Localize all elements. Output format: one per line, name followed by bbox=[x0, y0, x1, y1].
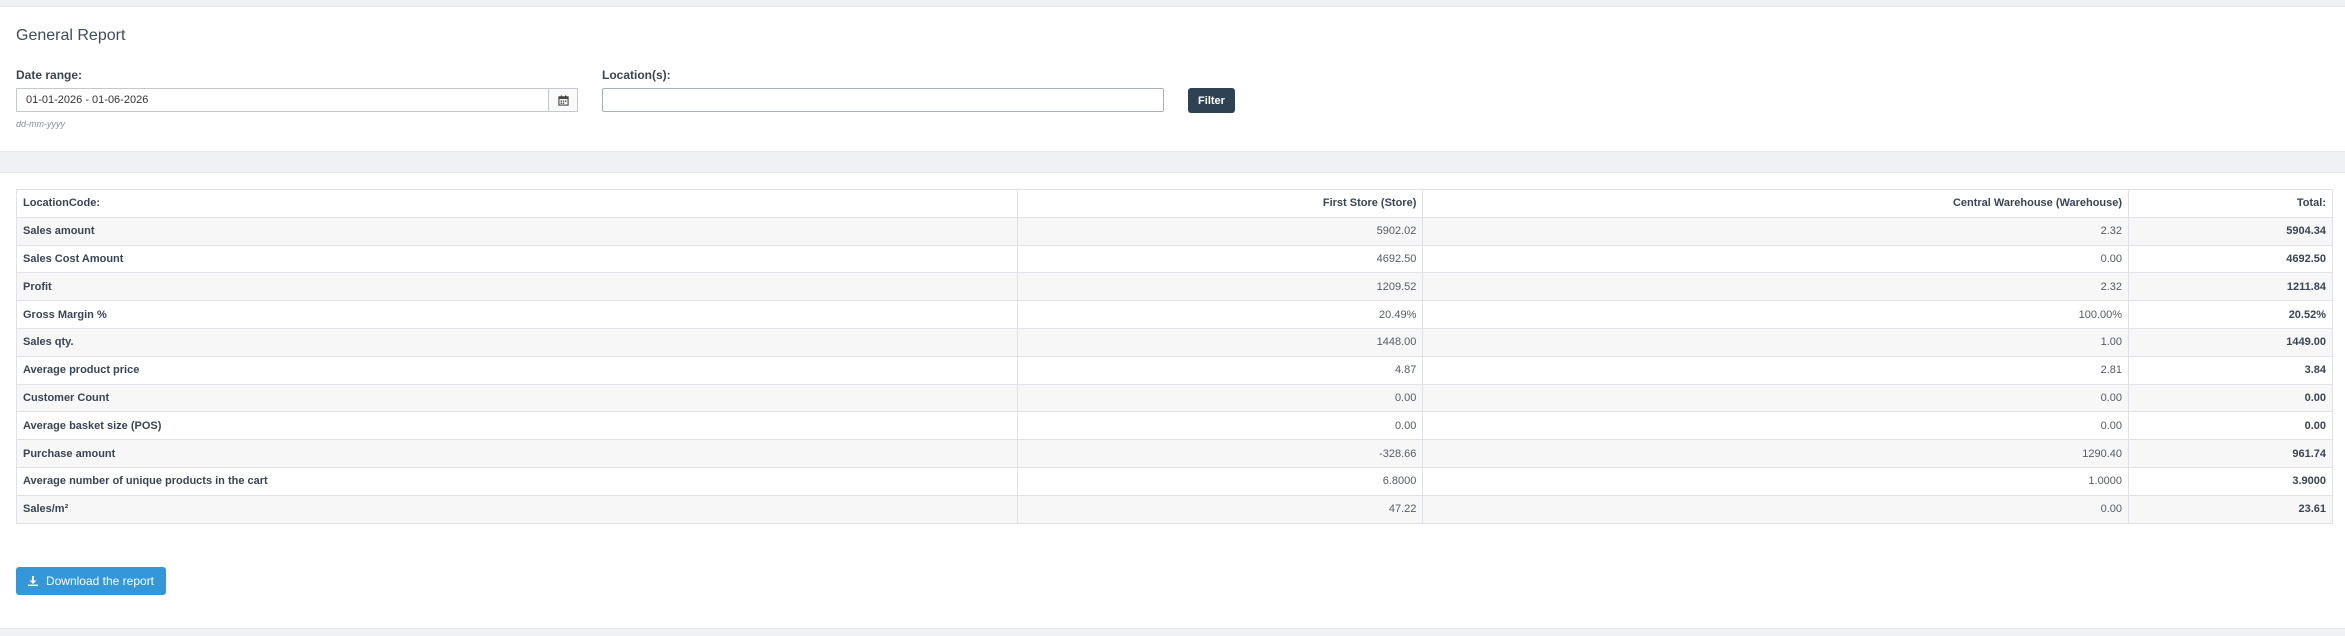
table-row: Gross Margin % 20.49% 100.00% 20.52% bbox=[16, 300, 2333, 329]
store-value: -328.66 bbox=[1016, 439, 1424, 468]
date-range-group bbox=[16, 88, 578, 112]
total-value: 1211.84 bbox=[2128, 272, 2333, 302]
column-header-total: Total: bbox=[2128, 189, 2333, 218]
warehouse-value: 2.32 bbox=[1422, 216, 2130, 246]
row-label: Sales/m² bbox=[16, 494, 1018, 524]
warehouse-value: 0.00 bbox=[1422, 494, 2130, 524]
column-header-central-warehouse: Central Warehouse (Warehouse) bbox=[1422, 189, 2130, 218]
date-format-hint: dd-mm-yyyy bbox=[16, 119, 65, 129]
row-label: Sales amount bbox=[16, 216, 1018, 246]
warehouse-value: 0.00 bbox=[1422, 383, 2130, 413]
warehouse-value: 0.00 bbox=[1422, 244, 2130, 274]
download-icon bbox=[27, 576, 38, 586]
total-value: 23.61 bbox=[2128, 494, 2333, 524]
store-value: 4692.50 bbox=[1016, 244, 1424, 274]
table-row: Average number of unique products in the… bbox=[16, 466, 2333, 496]
table-row: Sales Cost Amount 4692.50 0.00 4692.50 bbox=[16, 244, 2333, 274]
total-value: 4692.50 bbox=[2128, 244, 2333, 274]
calendar-button[interactable] bbox=[548, 88, 578, 112]
filter-button[interactable]: Filter bbox=[1188, 88, 1235, 113]
row-label: Average product price bbox=[16, 355, 1018, 385]
total-value: 961.74 bbox=[2128, 439, 2333, 468]
warehouse-value: 0.00 bbox=[1422, 411, 2130, 441]
table-row: Average product price 4.87 2.81 3.84 bbox=[16, 355, 2333, 385]
table-header-row: LocationCode: First Store (Store) Centra… bbox=[16, 189, 2333, 218]
total-value: 0.00 bbox=[2128, 383, 2333, 413]
total-value: 1449.00 bbox=[2128, 327, 2333, 357]
location-input[interactable] bbox=[602, 88, 1164, 112]
row-label: Sales Cost Amount bbox=[16, 244, 1018, 274]
download-report-button[interactable]: Download the report bbox=[16, 567, 166, 595]
table-row: Customer Count 0.00 0.00 0.00 bbox=[16, 383, 2333, 413]
calendar-icon bbox=[557, 94, 569, 106]
table-row: Profit 1209.52 2.32 1211.84 bbox=[16, 272, 2333, 302]
store-value: 47.22 bbox=[1016, 494, 1424, 524]
store-value: 1448.00 bbox=[1016, 327, 1424, 357]
report-panel: LocationCode: First Store (Store) Centra… bbox=[0, 172, 2345, 629]
store-value: 20.49% bbox=[1016, 300, 1424, 329]
row-label: Profit bbox=[16, 272, 1018, 302]
date-range-label: Date range: bbox=[16, 68, 83, 82]
row-label: Sales qty. bbox=[16, 327, 1018, 357]
total-value: 0.00 bbox=[2128, 411, 2333, 441]
warehouse-value: 2.32 bbox=[1422, 272, 2130, 302]
warehouse-value: 100.00% bbox=[1422, 300, 2130, 329]
store-value: 0.00 bbox=[1016, 411, 1424, 441]
column-header-location-code: LocationCode: bbox=[16, 189, 1018, 218]
store-value: 4.87 bbox=[1016, 355, 1424, 385]
total-value: 3.84 bbox=[2128, 355, 2333, 385]
warehouse-value: 1.00 bbox=[1422, 327, 2130, 357]
table-row: Sales amount 5902.02 2.32 5904.34 bbox=[16, 216, 2333, 246]
report-table: LocationCode: First Store (Store) Centra… bbox=[16, 189, 2333, 524]
store-value: 0.00 bbox=[1016, 383, 1424, 413]
total-value: 5904.34 bbox=[2128, 216, 2333, 246]
table-row: Sales qty. 1448.00 1.00 1449.00 bbox=[16, 327, 2333, 357]
warehouse-value: 2.81 bbox=[1422, 355, 2130, 385]
location-label: Location(s): bbox=[602, 68, 671, 82]
store-value: 5902.02 bbox=[1016, 216, 1424, 246]
date-range-input[interactable] bbox=[16, 88, 548, 112]
store-value: 1209.52 bbox=[1016, 272, 1424, 302]
warehouse-value: 1290.40 bbox=[1422, 439, 2130, 468]
row-label: Average basket size (POS) bbox=[16, 411, 1018, 441]
table-row: Sales/m² 47.22 0.00 23.61 bbox=[16, 494, 2333, 524]
total-value: 20.52% bbox=[2128, 300, 2333, 329]
table-row: Purchase amount -328.66 1290.40 961.74 bbox=[16, 439, 2333, 468]
page-title: General Report bbox=[16, 27, 126, 44]
store-value: 6.8000 bbox=[1016, 466, 1424, 496]
filter-panel: General Report Date range: dd-mm-yyyy Lo… bbox=[0, 6, 2345, 152]
table-row: Average basket size (POS) 0.00 0.00 0.00 bbox=[16, 411, 2333, 441]
download-report-label: Download the report bbox=[45, 574, 155, 588]
row-label: Average number of unique products in the… bbox=[16, 466, 1018, 496]
warehouse-value: 1.0000 bbox=[1422, 466, 2130, 496]
row-label: Gross Margin % bbox=[16, 300, 1018, 329]
column-header-first-store: First Store (Store) bbox=[1016, 189, 1424, 218]
row-label: Purchase amount bbox=[16, 439, 1018, 468]
row-label: Customer Count bbox=[16, 383, 1018, 413]
total-value: 3.9000 bbox=[2128, 466, 2333, 496]
